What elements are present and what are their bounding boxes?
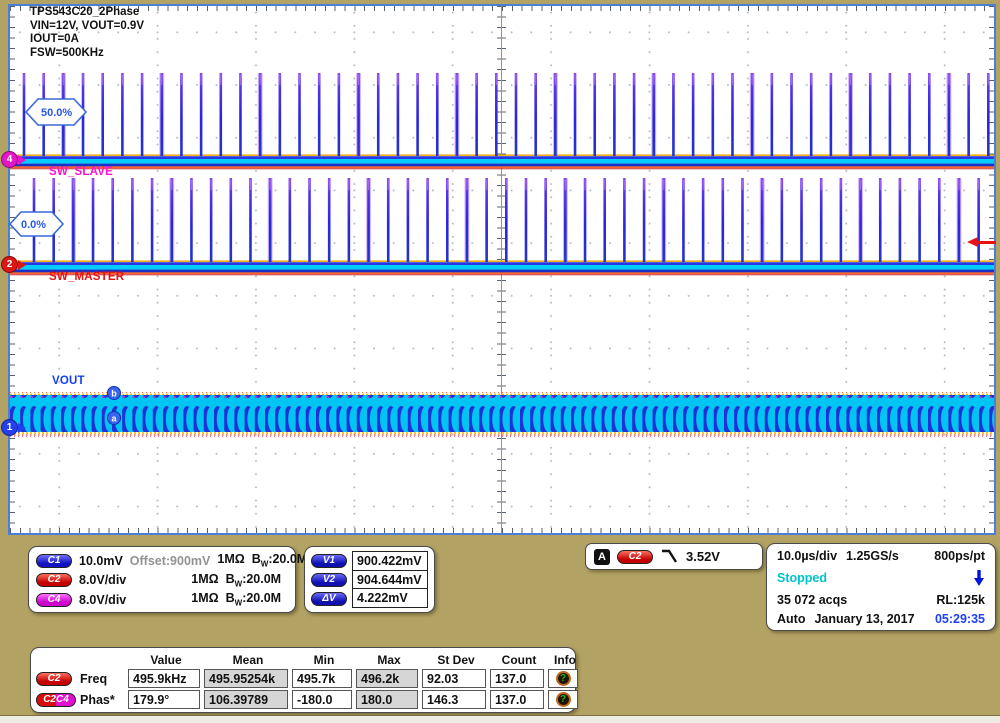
trigger-readout-box[interactable]: A C2 3.52V bbox=[585, 543, 763, 570]
cursor-b-marker[interactable]: b bbox=[108, 387, 121, 400]
measurement-row-phase: C2C4 Phas* 179.9° 106.39789 -180.0 180.0… bbox=[36, 689, 570, 710]
timebase-box: 10.0µs/div 1.25GS/s 800ps/pt Stopped 35 … bbox=[766, 543, 996, 631]
meas-mean: 495.95254k bbox=[204, 669, 288, 688]
trigger-source-badge: C2 bbox=[617, 550, 653, 564]
trace-label-sw-slave: SW_SLAVE bbox=[49, 166, 113, 178]
meas-name: Phas* bbox=[78, 693, 128, 707]
channel-row-c1[interactable]: C1 10.0mV Offset:900mV 1MΩ BW:20.0M bbox=[36, 552, 286, 569]
cursor-a-marker[interactable]: a bbox=[108, 412, 121, 425]
col-value: Value bbox=[128, 653, 204, 667]
col-stdev: St Dev bbox=[422, 653, 490, 667]
falling-edge-icon bbox=[660, 548, 679, 565]
user-annotation: TPS543C20_2Phase VIN=12V, VOUT=0.9V IOUT… bbox=[30, 6, 144, 60]
waveform-canvas: ba bbox=[10, 6, 994, 533]
measurement-row-freq: C2 Freq 495.9kHz 495.95254k 495.7k 496.2… bbox=[36, 668, 570, 689]
trigger-level-value: 3.52V bbox=[686, 549, 720, 564]
c2-scale: 8.0V/div bbox=[79, 573, 126, 587]
channel-1-marker-arrow bbox=[18, 423, 26, 433]
meas-value: 179.9° bbox=[128, 690, 200, 709]
channel-badge-c1[interactable]: C1 bbox=[36, 554, 72, 568]
sample-rate: 1.25GS/s bbox=[846, 549, 899, 563]
cursor-readout-box: V1 V2 ΔV 900.422mV 904.644mV 4.222mV bbox=[304, 546, 435, 613]
meas-max: 180.0 bbox=[356, 690, 418, 709]
meas-value: 495.9kHz bbox=[128, 669, 200, 688]
sw-master-trace bbox=[10, 178, 994, 275]
percent-flag-50[interactable]: 50.0% bbox=[24, 96, 88, 128]
bottom-strip bbox=[0, 715, 1000, 723]
channel-row-c2[interactable]: C2 8.0V/div 1MΩ BW:20.0M bbox=[36, 572, 286, 589]
channel-badge-c2[interactable]: C2 bbox=[36, 573, 72, 587]
measurement-table-header: Value Mean Min Max St Dev Count Info bbox=[36, 651, 570, 668]
record-length: RL:125k bbox=[936, 593, 985, 607]
c4-coupling: 1MΩ BW:20.0M bbox=[191, 591, 281, 608]
acquisition-count: 35 072 acqs bbox=[777, 593, 847, 607]
meas-stdev: 92.03 bbox=[422, 669, 486, 688]
channel-4-position-marker[interactable]: 4 bbox=[1, 151, 18, 168]
col-mean: Mean bbox=[204, 653, 292, 667]
time: 05:29:35 bbox=[935, 612, 985, 626]
meas-min: 495.7k bbox=[292, 669, 352, 688]
annotation-line: VIN=12V, VOUT=0.9V bbox=[30, 20, 144, 34]
cursor-dv-value: 4.222mV bbox=[353, 589, 427, 607]
meas-name: Freq bbox=[78, 672, 128, 686]
percent-flag-0[interactable]: 0.0% bbox=[9, 209, 65, 239]
horizontal-scale: 10.0µs/div bbox=[777, 549, 837, 563]
channel-2-position-marker[interactable]: 2 bbox=[1, 256, 18, 273]
meas-min: -180.0 bbox=[292, 690, 352, 709]
info-icon[interactable]: ? bbox=[556, 692, 571, 707]
col-max: Max bbox=[356, 653, 422, 667]
cursor-v1-value: 900.422mV bbox=[353, 552, 427, 571]
meas-source-badge: C2 bbox=[36, 672, 72, 686]
col-min: Min bbox=[292, 653, 356, 667]
cursor-badge-dv[interactable]: ΔV bbox=[311, 592, 347, 606]
info-icon[interactable]: ? bbox=[556, 671, 571, 686]
channel-row-c4[interactable]: C4 8.0V/div 1MΩ BW:20.0M bbox=[36, 591, 286, 608]
c1-coupling: 1MΩ BW:20.0M bbox=[217, 552, 307, 569]
trace-label-sw-master: SW_MASTER bbox=[49, 271, 124, 283]
date: January 13, 2017 bbox=[814, 612, 914, 626]
meas-source-badge: C2C4 bbox=[36, 693, 76, 707]
c2-coupling: 1MΩ BW:20.0M bbox=[191, 572, 281, 589]
cursor-badge-v2[interactable]: V2 bbox=[311, 573, 347, 587]
acquisition-status: Stopped bbox=[777, 571, 827, 585]
position-down-arrow-icon[interactable] bbox=[973, 568, 985, 587]
trigger-arrow-head bbox=[967, 237, 978, 247]
channel-1-position-marker[interactable]: 1 bbox=[1, 419, 18, 436]
sample-resolution: 800ps/pt bbox=[934, 549, 985, 563]
meas-max: 496.2k bbox=[356, 669, 418, 688]
cursor-badge-v1[interactable]: V1 bbox=[311, 554, 347, 568]
svg-text:b: b bbox=[111, 388, 117, 398]
trigger-mode: Auto bbox=[777, 612, 805, 626]
measurement-table: Value Mean Min Max St Dev Count Info C2 … bbox=[30, 647, 576, 713]
annotation-line: FSW=500KHz bbox=[30, 47, 144, 61]
cursor-values-table: 900.422mV 904.644mV 4.222mV bbox=[352, 551, 428, 608]
c4-scale: 8.0V/div bbox=[79, 593, 126, 607]
meas-count: 137.0 bbox=[490, 690, 544, 709]
cursor-v2-value: 904.644mV bbox=[353, 571, 427, 590]
percent-flag-0-label: 0.0% bbox=[21, 219, 46, 231]
col-info: Info bbox=[548, 653, 582, 667]
meas-stdev: 146.3 bbox=[422, 690, 486, 709]
trigger-arrow-tail bbox=[976, 241, 996, 244]
vout-trace bbox=[10, 393, 994, 437]
percent-flag-50-label: 50.0% bbox=[41, 107, 72, 119]
annotation-line: TPS543C20_2Phase bbox=[30, 6, 144, 20]
meas-count: 137.0 bbox=[490, 669, 544, 688]
graticule: ba bbox=[8, 4, 996, 535]
c1-offset: Offset:900mV bbox=[130, 554, 211, 568]
c1-scale: 10.0mV bbox=[79, 554, 123, 568]
channel-badge-c4[interactable]: C4 bbox=[36, 593, 72, 607]
trigger-level-arrow[interactable] bbox=[963, 237, 996, 248]
meas-mean: 106.39789 bbox=[204, 690, 288, 709]
sw-slave-trace bbox=[10, 73, 994, 169]
channel-4-marker-arrow bbox=[18, 155, 26, 165]
trace-label-vout: VOUT bbox=[52, 375, 85, 387]
annotation-line: IOUT=0A bbox=[30, 33, 144, 47]
channel-2-marker-arrow bbox=[18, 260, 26, 270]
col-count: Count bbox=[490, 653, 548, 667]
trigger-mode-badge: A bbox=[594, 549, 610, 565]
channel-settings-box: C1 10.0mV Offset:900mV 1MΩ BW:20.0M C2 8… bbox=[28, 546, 296, 613]
